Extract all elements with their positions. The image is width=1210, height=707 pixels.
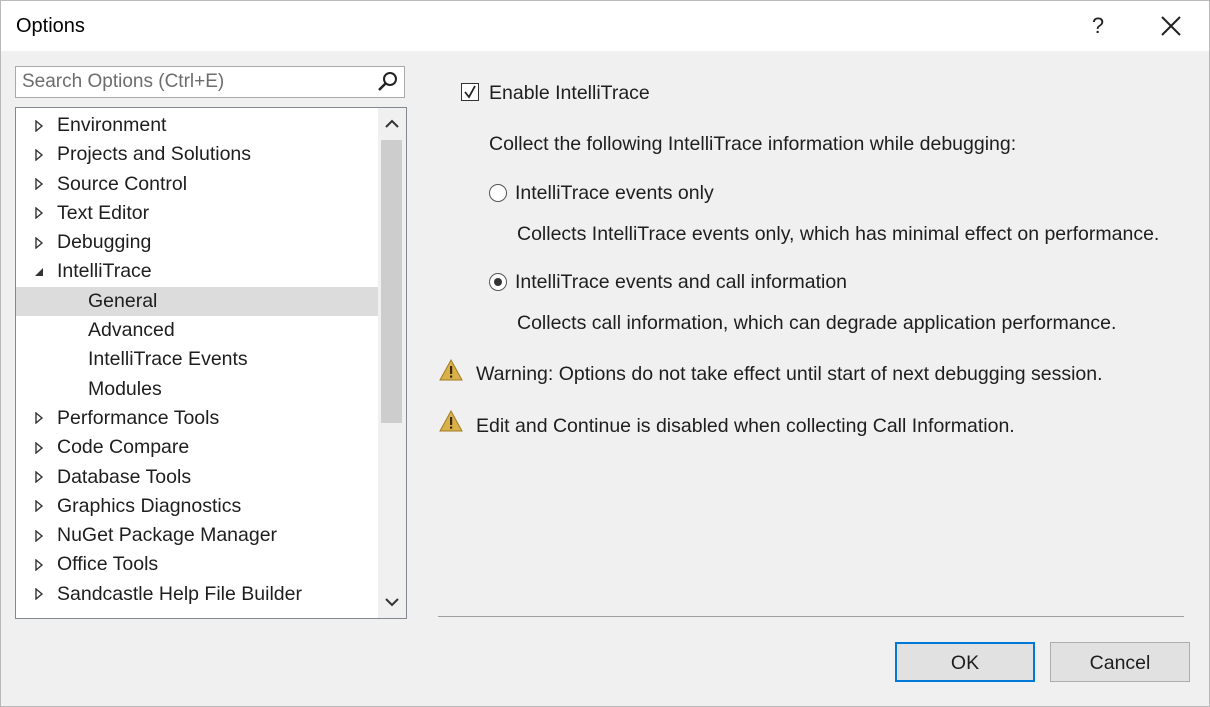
warning-icon xyxy=(439,410,463,432)
tree-item-label: Text Editor xyxy=(57,201,150,224)
tree-collapsed-icon[interactable] xyxy=(32,463,46,492)
search-input[interactable] xyxy=(16,67,377,97)
tree-collapsed-icon[interactable] xyxy=(32,199,46,228)
tree-item[interactable]: IntelliTrace Events xyxy=(16,345,378,374)
tree-list: Environment Projects and Solutions Source … xyxy=(16,111,378,609)
tree-item[interactable]: IntelliTrace xyxy=(16,257,378,286)
tree-item-label: IntelliTrace xyxy=(57,260,152,283)
tree-item-label: Database Tools xyxy=(57,465,192,488)
tree-item[interactable]: Sandcastle Help File Builder xyxy=(16,580,378,609)
footer-separator xyxy=(438,616,1184,617)
tree-collapsed-icon[interactable] xyxy=(32,580,46,609)
title-bar: Options ? xyxy=(1,1,1209,51)
tree-item[interactable]: Performance Tools xyxy=(16,404,378,433)
tree-item[interactable]: Text Editor xyxy=(16,199,378,228)
tree-item[interactable]: Debugging xyxy=(16,228,378,257)
dialog-title: Options xyxy=(16,15,85,37)
close-icon xyxy=(1161,16,1181,36)
tree-item[interactable]: Database Tools xyxy=(16,463,378,492)
check-icon xyxy=(464,85,476,99)
tree-item-label: Advanced xyxy=(88,319,175,342)
warning-edit-continue: Edit and Continue is disabled when colle… xyxy=(476,415,1015,437)
tree-expanded-icon[interactable] xyxy=(32,257,46,286)
tree-item-label: Environment xyxy=(57,114,167,136)
tree-item-label: Graphics Diagnostics xyxy=(57,494,242,517)
warning-next-session: Warning: Options do not take effect unti… xyxy=(476,363,1103,385)
tree-collapsed-icon[interactable] xyxy=(32,404,46,433)
events-and-calls-label[interactable]: IntelliTrace events and call information xyxy=(515,271,847,294)
tree-item[interactable]: Projects and Solutions xyxy=(16,140,378,169)
collect-heading: Collect the following IntelliTrace infor… xyxy=(489,133,1017,155)
help-button[interactable]: ? xyxy=(1075,5,1121,47)
tree-item-label: Projects and Solutions xyxy=(57,143,252,166)
tree-item[interactable]: NuGet Package Manager xyxy=(16,521,378,550)
radio-selected-dot xyxy=(494,278,502,286)
tree-collapsed-icon[interactable] xyxy=(32,550,46,579)
tree-item[interactable]: General xyxy=(16,286,378,317)
search-options-box[interactable] xyxy=(15,66,405,98)
tree-collapsed-icon[interactable] xyxy=(32,140,46,169)
tree-item-label: Source Control xyxy=(57,172,188,195)
tree-item-label: Office Tools xyxy=(57,553,159,576)
ok-button[interactable]: OK xyxy=(895,642,1035,682)
tree-item-label: NuGet Package Manager xyxy=(57,524,278,547)
events-and-calls-description: Collects call information, which can deg… xyxy=(517,312,1117,334)
tree-item-label: Code Compare xyxy=(57,436,190,459)
options-tree[interactable]: Environment Projects and Solutions Source … xyxy=(15,107,407,619)
tree-item-label: Modules xyxy=(88,377,162,400)
tree-collapsed-icon[interactable] xyxy=(32,521,46,550)
tree-item[interactable]: Advanced xyxy=(16,316,378,345)
scroll-down-button[interactable] xyxy=(378,588,406,616)
tree-item-label: IntelliTrace Events xyxy=(88,348,248,371)
tree-item[interactable]: Source Control xyxy=(16,170,378,199)
chevron-up-icon xyxy=(385,119,399,128)
tree-item-label: Debugging xyxy=(57,231,152,254)
scroll-thumb[interactable] xyxy=(381,140,402,423)
chevron-down-icon xyxy=(385,598,399,607)
cancel-button[interactable]: Cancel xyxy=(1050,642,1190,682)
tree-scrollbar[interactable] xyxy=(378,108,406,618)
tree-item-label: General xyxy=(88,289,158,312)
tree-collapsed-icon[interactable] xyxy=(32,170,46,199)
tree-collapsed-icon[interactable] xyxy=(32,228,46,257)
tree-item[interactable]: Environment xyxy=(16,111,378,140)
tree-item[interactable]: Modules xyxy=(16,375,378,404)
tree-item[interactable]: Graphics Diagnostics xyxy=(16,492,378,521)
options-dialog: Options ? Environment Projects and Soluti… xyxy=(0,0,1210,707)
close-button[interactable] xyxy=(1148,5,1194,47)
scroll-up-button[interactable] xyxy=(378,110,406,138)
events-only-label[interactable]: IntelliTrace events only xyxy=(515,182,714,205)
enable-intellitrace-label[interactable]: Enable IntelliTrace xyxy=(489,82,650,105)
warning-icon xyxy=(439,359,463,381)
events-only-description: Collects IntelliTrace events only, which… xyxy=(517,223,1160,245)
tree-item[interactable]: Office Tools xyxy=(16,550,378,579)
events-only-radio[interactable] xyxy=(489,184,507,202)
tree-collapsed-icon[interactable] xyxy=(32,492,46,521)
tree-item[interactable]: Code Compare xyxy=(16,433,378,462)
tree-item-label: Sandcastle Help File Builder xyxy=(57,582,302,605)
events-and-calls-radio[interactable] xyxy=(489,273,507,291)
enable-intellitrace-checkbox[interactable] xyxy=(461,83,479,101)
tree-item-label: Performance Tools xyxy=(57,406,220,429)
tree-collapsed-icon[interactable] xyxy=(32,111,46,140)
search-icon[interactable] xyxy=(376,70,400,94)
tree-collapsed-icon[interactable] xyxy=(32,433,46,462)
